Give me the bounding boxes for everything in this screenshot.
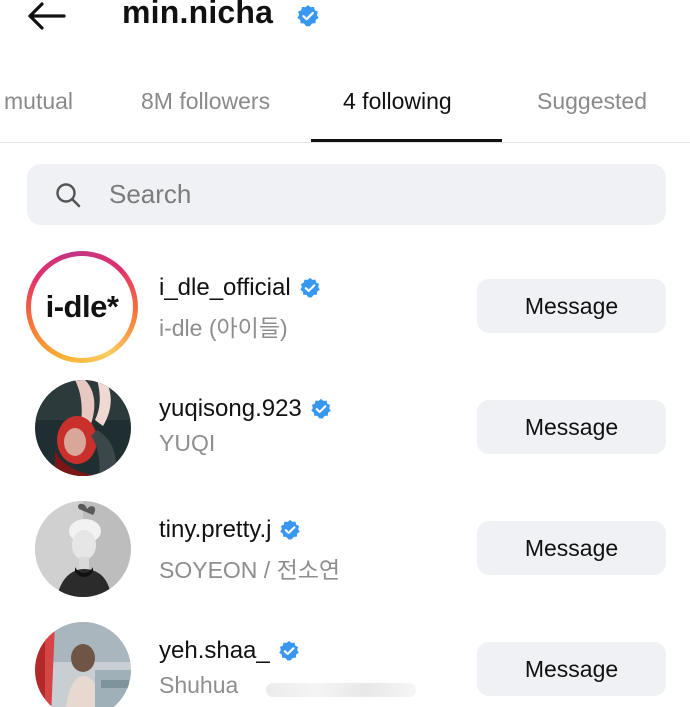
arrow-left-icon	[26, 1, 66, 36]
verified-badge-icon	[310, 398, 332, 420]
tab-followers[interactable]: 8M followers	[141, 88, 270, 115]
avatar: i-dle*	[35, 260, 129, 354]
tab-suggested[interactable]: Suggested	[537, 88, 647, 115]
verified-badge-icon	[296, 4, 320, 33]
tab-following[interactable]: 4 following	[343, 88, 452, 115]
message-button[interactable]: Message	[477, 521, 666, 575]
user-info: tiny.pretty.j SOYEON / 전소연	[159, 516, 340, 585]
search-input[interactable]	[109, 179, 629, 210]
user-handle[interactable]: i_dle_official	[159, 274, 291, 302]
story-ring[interactable]: i-dle*	[26, 251, 138, 363]
list-item[interactable]: i-dle* i_dle_official i-dle (아이들) Messag…	[0, 248, 690, 364]
list-item[interactable]: tiny.pretty.j SOYEON / 전소연 Message	[0, 490, 690, 606]
list-item[interactable]: yuqisong.923 YUQI Message	[0, 369, 690, 485]
tab-mutual[interactable]: mutual	[4, 88, 73, 115]
search-icon	[55, 182, 81, 208]
verified-badge-icon	[278, 640, 300, 662]
active-tab-indicator	[311, 139, 502, 142]
user-fullname: i-dle (아이들)	[159, 315, 288, 341]
user-handle[interactable]: yeh.shaa_	[159, 637, 270, 665]
message-button[interactable]: Message	[477, 400, 666, 454]
header: min.nicha	[0, 0, 690, 40]
message-button[interactable]: Message	[477, 279, 666, 333]
avatar[interactable]	[35, 501, 131, 597]
verified-badge-icon	[279, 519, 301, 541]
back-button[interactable]	[26, 0, 72, 36]
profile-username: min.nicha	[122, 0, 274, 30]
user-handle[interactable]: tiny.pretty.j	[159, 516, 271, 544]
blurred-overlay	[266, 683, 416, 697]
user-info: yuqisong.923 YUQI	[159, 395, 332, 457]
user-info: i_dle_official i-dle (아이들)	[159, 274, 321, 343]
avatar-logo-text: i-dle*	[45, 289, 119, 324]
verified-badge-icon	[299, 277, 321, 299]
tab-divider	[0, 142, 690, 143]
user-fullname: YUQI	[159, 430, 216, 456]
message-button[interactable]: Message	[477, 642, 666, 696]
following-screen: min.nicha mutual 8M followers 4 followin…	[0, 0, 690, 707]
avatar[interactable]	[35, 622, 131, 707]
user-handle[interactable]: yuqisong.923	[159, 395, 302, 423]
avatar[interactable]	[35, 380, 131, 476]
search-bar[interactable]	[27, 164, 666, 225]
tab-bar: mutual 8M followers 4 following Suggeste…	[0, 70, 690, 144]
user-fullname: SOYEON / 전소연	[159, 557, 341, 583]
